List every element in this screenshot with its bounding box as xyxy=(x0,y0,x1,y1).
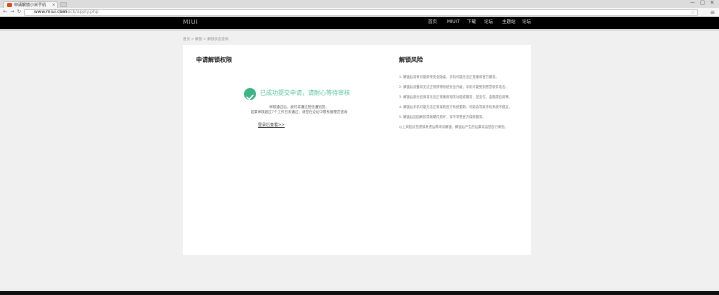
main-panel: 申请解锁权限 已成功提交申请，请耐心等待审核 审核通过后，我们将通过短信通知您。… xyxy=(183,45,531,255)
os-taskbar xyxy=(0,291,719,295)
minimize-icon[interactable]: — xyxy=(690,0,695,7)
browser-menu-icon[interactable]: ≡ xyxy=(710,8,715,17)
risk-item: 1. 解锁后将有可能带来安全隐患，手机可能无法正常使用官方服务。 xyxy=(399,75,499,79)
browser-tab-bar: 申请解锁小米手机 × — □ × xyxy=(0,0,719,8)
nav-item-forum[interactable]: 论坛 xyxy=(484,20,493,26)
check-circle-icon xyxy=(244,88,256,100)
page-title: 申请解锁权限 xyxy=(196,57,233,64)
window-close-icon[interactable]: × xyxy=(710,0,714,7)
nav-item-home[interactable]: 首页 xyxy=(428,20,437,26)
favicon-icon xyxy=(7,3,12,7)
new-tab-button[interactable] xyxy=(60,2,67,7)
header-divider xyxy=(0,29,719,31)
address-bar: ← → ↻ www.miui.com /unlock/apply.php ☆ ≡ xyxy=(0,8,719,17)
url-path: /unlock/apply.php xyxy=(59,10,99,15)
nav-item-miui7[interactable]: MIUI7 xyxy=(447,20,460,26)
review-note-line2: 如果审核超过7个工作日未通过，请您在论坛中联系管理员咨询 xyxy=(250,110,348,114)
forward-icon[interactable]: → xyxy=(10,8,14,17)
risk-item: 5. 解锁后如因刷机导致硬件损坏，将不享受官方保修服务。 xyxy=(399,115,486,119)
risk-item: 以上风险请您谨慎考虑后再申请解锁，解锁后产生的后果将由您自行承担。 xyxy=(399,125,508,129)
bookmark-star-icon[interactable]: ☆ xyxy=(691,10,695,16)
success-message: 已成功提交申请，请耐心等待审核 xyxy=(260,90,351,97)
reload-icon[interactable]: ↻ xyxy=(17,8,21,17)
risk-title: 解锁风险 xyxy=(399,57,424,64)
url-input[interactable]: www.miui.com /unlock/apply.php ☆ xyxy=(24,9,698,16)
site-logo[interactable]: MIUI xyxy=(183,20,198,26)
maximize-icon[interactable]: □ xyxy=(700,0,705,7)
site-header: MIUI 首页 MIUI7 下载 论坛 主题站 论坛 xyxy=(0,17,719,29)
nav-item-download[interactable]: 下载 xyxy=(467,20,476,26)
risk-item: 4. 解锁后手机可能无法正常接收官方系统更新，可能会导致手机系统不稳定。 xyxy=(399,105,512,109)
login-view-link[interactable]: 登录后查看>> xyxy=(258,122,285,128)
nav-item-forum-2[interactable]: 论坛 xyxy=(522,20,531,26)
risk-item: 3. 解锁后部分应用将无法正常使用相关功能或服务，如支付、金融类应用等。 xyxy=(399,95,512,99)
risk-item: 2. 解锁后设备将无法正常获得系统安全升级，手机可能受到恶意软件攻击。 xyxy=(399,85,509,89)
browser-tab[interactable]: 申请解锁小米手机 × xyxy=(3,1,58,8)
risk-section: 解锁风险 1. 解锁后将有可能带来安全隐患，手机可能无法正常使用官方服务。 2.… xyxy=(399,57,525,129)
back-icon[interactable]: ← xyxy=(3,8,7,17)
breadcrumb[interactable]: 首页 > 解锁 > 解锁状态查询 xyxy=(183,37,228,42)
risk-list: 1. 解锁后将有可能带来安全隐患，手机可能无法正常使用官方服务。 2. 解锁后设… xyxy=(399,75,523,135)
nav-item-theme[interactable]: 主题站 xyxy=(502,20,516,26)
